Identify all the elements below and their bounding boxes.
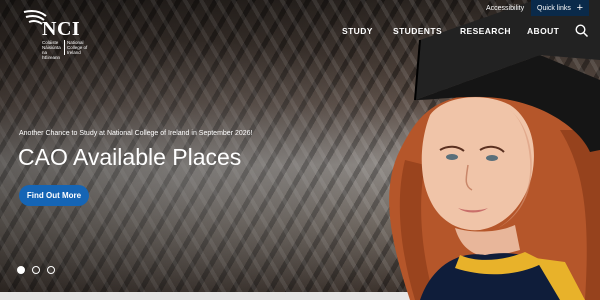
nav-study[interactable]: STUDY bbox=[342, 26, 373, 36]
logo-sub-english: National College of Ireland bbox=[64, 40, 89, 55]
nci-logo[interactable]: NCI Coláiste Náisiúnta na hÉireann Natio… bbox=[22, 8, 92, 60]
hero-graduate-image bbox=[389, 0, 600, 300]
quick-links-button[interactable]: Quick links + bbox=[531, 0, 589, 16]
logo-wordmark: NCI bbox=[42, 18, 81, 40]
nav-students[interactable]: STUDENTS bbox=[393, 26, 442, 36]
quick-links-label: Quick links bbox=[537, 4, 571, 12]
slide-indicators bbox=[17, 266, 55, 274]
logo-sub-irish: Coláiste Náisiúnta na hÉireann bbox=[42, 40, 61, 60]
slide-dot-1[interactable] bbox=[17, 266, 25, 274]
plus-icon: + bbox=[576, 1, 583, 14]
hero-headline: CAO Available Places bbox=[18, 144, 242, 170]
slide-dot-3[interactable] bbox=[47, 266, 55, 274]
hero-kicker: Another Chance to Study at National Coll… bbox=[19, 130, 253, 137]
find-out-more-button[interactable]: Find Out More bbox=[19, 185, 89, 206]
accessibility-link[interactable]: Accessibility bbox=[486, 5, 524, 12]
nav-about[interactable]: ABOUT bbox=[527, 26, 559, 36]
slide-dot-2[interactable] bbox=[32, 266, 40, 274]
nav-research[interactable]: RESEARCH bbox=[460, 26, 511, 36]
search-icon[interactable] bbox=[575, 24, 589, 38]
